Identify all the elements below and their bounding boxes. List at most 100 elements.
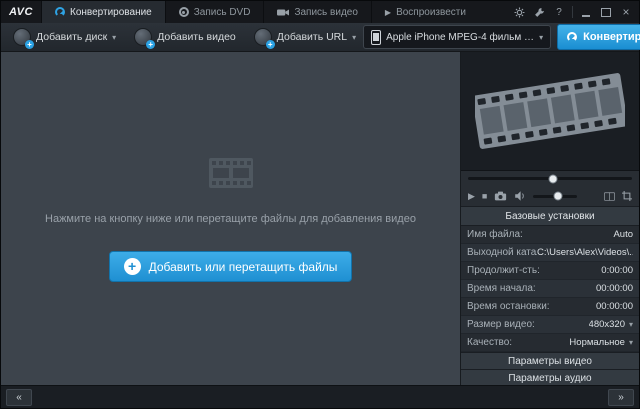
tab-record-video[interactable]: Запись видео bbox=[263, 1, 370, 23]
plus-badge-icon: + bbox=[25, 40, 34, 49]
add-video-icon: + bbox=[134, 28, 152, 46]
bottom-bar: « » bbox=[1, 385, 639, 408]
app-logo: AVC bbox=[1, 1, 41, 23]
video-camera-icon bbox=[277, 8, 289, 17]
add-video-button[interactable]: + Добавить видео bbox=[127, 24, 243, 50]
setting-label: Время начала: bbox=[467, 283, 596, 294]
video-size-select[interactable]: 480x320 bbox=[589, 319, 625, 330]
toolbar: + Добавить диск ▾ + Добавить видео + Доб… bbox=[1, 23, 639, 52]
playback-controls: ▶ ■ bbox=[461, 186, 639, 206]
stop-button[interactable]: ■ bbox=[482, 191, 487, 201]
close-button[interactable]: × bbox=[616, 1, 636, 23]
plus-badge-icon: + bbox=[266, 40, 275, 49]
chevron-down-icon: ▾ bbox=[629, 338, 633, 347]
help-button[interactable]: ? bbox=[549, 1, 569, 23]
tools-wrench-button[interactable] bbox=[529, 1, 549, 23]
settings-list: Имя файла: Auto Выходной каталог: C:\Use… bbox=[461, 226, 639, 352]
drop-hint-text: Нажмите на кнопку ниже или перетащите фа… bbox=[45, 213, 416, 225]
convert-arrows-icon bbox=[567, 32, 577, 42]
mute-speaker-button[interactable] bbox=[514, 191, 526, 201]
setting-row-quality: Качество: Нормальное ▾ bbox=[461, 334, 639, 352]
tab-convert[interactable]: Конвертирование bbox=[41, 1, 165, 23]
volume-slider[interactable] bbox=[533, 195, 577, 198]
add-url-label: Добавить URL bbox=[277, 31, 347, 43]
setting-label: Размер видео: bbox=[467, 319, 589, 330]
video-drop-zone[interactable]: Нажмите на кнопку ниже или перетащите фа… bbox=[1, 52, 461, 385]
maximize-icon bbox=[601, 8, 611, 17]
setting-row-stop-time: Время остановки: 00:00:00 bbox=[461, 298, 639, 316]
setting-row-output-dir: Выходной каталог: C:\Users\Alex\Videos\.… bbox=[461, 244, 639, 262]
titlebar: AVC Конвертирование Запись DVD Запись ви… bbox=[1, 1, 639, 23]
add-url-icon: + bbox=[254, 28, 272, 46]
setting-row-start-time: Время начала: 00:00:00 bbox=[461, 280, 639, 298]
dvd-disc-icon bbox=[179, 7, 189, 17]
video-params-button[interactable]: Параметры видео bbox=[461, 352, 639, 369]
expand-right-button[interactable]: » bbox=[608, 389, 634, 406]
add-disc-icon: + bbox=[13, 28, 31, 46]
crop-button[interactable] bbox=[622, 191, 632, 201]
output-format-select[interactable]: Apple iPhone MPEG-4 фильм (*.mp4) ▾ bbox=[363, 25, 551, 49]
setting-row-filename: Имя файла: Auto bbox=[461, 226, 639, 244]
snapshot-camera-button[interactable] bbox=[494, 191, 507, 201]
quality-select[interactable]: Нормальное bbox=[569, 337, 625, 348]
film-preview-image bbox=[475, 68, 625, 154]
output-dir-value[interactable]: C:\Users\Alex\Videos\... bbox=[537, 247, 633, 258]
setting-label: Время остановки: bbox=[467, 301, 596, 312]
stop-time-value[interactable]: 00:00:00 bbox=[596, 301, 633, 312]
audio-params-button[interactable]: Параметры аудио bbox=[461, 369, 639, 386]
add-url-button[interactable]: + Добавить URL ▾ bbox=[247, 24, 363, 50]
compare-view-button[interactable] bbox=[604, 192, 615, 201]
tab-playback[interactable]: ▶ Воспроизвести bbox=[371, 1, 479, 23]
convert-button-label: Конвертировать! bbox=[583, 31, 640, 43]
setting-label: Продолжит-сть: bbox=[467, 265, 601, 276]
convert-button[interactable]: Конвертировать! bbox=[557, 24, 640, 50]
titlebar-separator bbox=[572, 6, 573, 18]
tab-record-video-label: Запись видео bbox=[294, 7, 357, 18]
add-video-label: Добавить видео bbox=[157, 31, 236, 43]
settings-gear-button[interactable] bbox=[509, 1, 529, 23]
maximize-button[interactable] bbox=[596, 1, 616, 23]
setting-label: Качество: bbox=[467, 337, 569, 348]
content-area: Нажмите на кнопку ниже или перетащите фа… bbox=[1, 52, 639, 385]
output-format-value: Apple iPhone MPEG-4 фильм (*.mp4) bbox=[386, 32, 534, 43]
app-window: AVC Конвертирование Запись DVD Запись ви… bbox=[0, 0, 640, 409]
plus-badge-icon: + bbox=[146, 40, 155, 49]
chevron-down-icon: ▾ bbox=[629, 320, 633, 329]
collapse-left-button[interactable]: « bbox=[6, 389, 32, 406]
add-files-button-label: Добавить или перетащить файлы bbox=[149, 260, 338, 274]
add-disc-label: Добавить диск bbox=[36, 31, 107, 43]
chevron-down-icon: ▾ bbox=[539, 33, 543, 42]
filename-value[interactable]: Auto bbox=[613, 229, 633, 240]
setting-row-duration: Продолжит-сть: 0:00:00 bbox=[461, 262, 639, 280]
basic-settings-header: Базовые установки bbox=[461, 206, 639, 226]
seek-row bbox=[461, 171, 639, 186]
window-controls: ? × bbox=[509, 1, 639, 23]
tab-playback-label: Воспроизвести bbox=[396, 7, 466, 18]
chevron-down-icon: ▾ bbox=[112, 33, 116, 42]
minimize-button[interactable] bbox=[576, 1, 596, 23]
plus-circle-icon: + bbox=[124, 258, 141, 275]
tab-convert-label: Конвертирование bbox=[70, 7, 152, 18]
main-tabs: Конвертирование Запись DVD Запись видео … bbox=[41, 1, 479, 23]
tab-burn-dvd-label: Запись DVD bbox=[194, 7, 251, 18]
playback-icon: ▶ bbox=[385, 8, 391, 17]
convert-arrows-icon bbox=[55, 7, 65, 17]
setting-label: Выходной каталог: bbox=[467, 247, 537, 258]
setting-label: Имя файла: bbox=[467, 229, 613, 240]
seek-slider-handle[interactable] bbox=[549, 174, 558, 183]
duration-value: 0:00:00 bbox=[601, 265, 633, 276]
tab-burn-dvd[interactable]: Запись DVD bbox=[165, 1, 264, 23]
sidebar: ▶ ■ Базовые установки bbox=[461, 52, 639, 385]
film-strip-icon bbox=[208, 155, 254, 191]
device-phone-icon bbox=[371, 30, 381, 45]
setting-row-video-size: Размер видео: 480x320 ▾ bbox=[461, 316, 639, 334]
chevron-down-icon: ▾ bbox=[352, 33, 356, 42]
preview-panel bbox=[461, 52, 639, 171]
volume-slider-handle[interactable] bbox=[553, 192, 562, 201]
add-files-button[interactable]: + Добавить или перетащить файлы bbox=[109, 251, 353, 282]
minimize-icon bbox=[582, 15, 590, 17]
start-time-value[interactable]: 00:00:00 bbox=[596, 283, 633, 294]
seek-slider[interactable] bbox=[468, 177, 632, 180]
add-disc-button[interactable]: + Добавить диск ▾ bbox=[6, 24, 123, 50]
play-button[interactable]: ▶ bbox=[468, 191, 475, 202]
